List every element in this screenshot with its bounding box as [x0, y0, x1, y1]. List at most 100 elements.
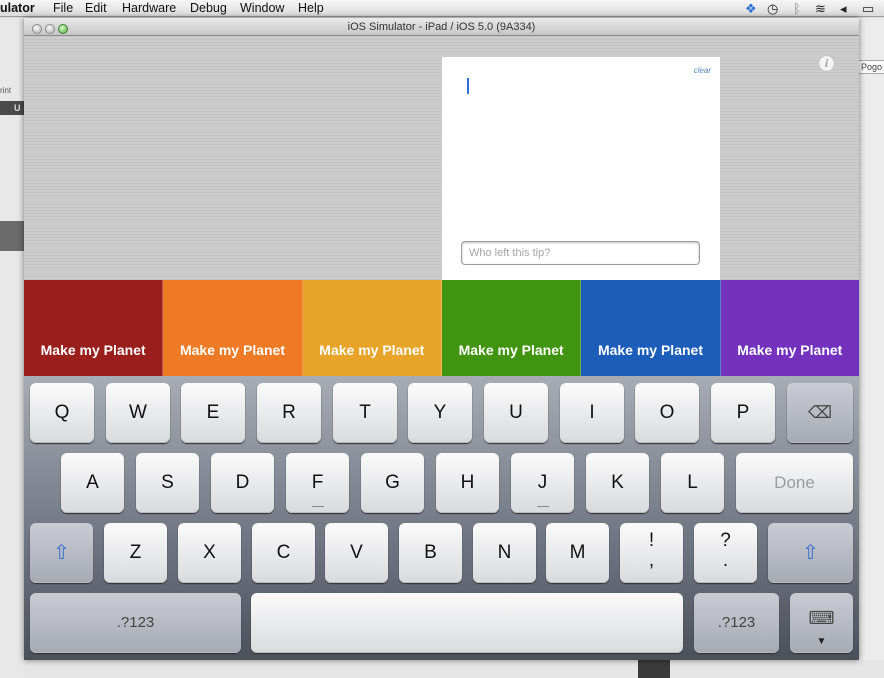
hide-keyboard-key[interactable]: ⌨ ▼: [790, 593, 853, 653]
background-dark-tab: [638, 660, 670, 678]
background-app-right: Pogo: [858, 18, 884, 678]
chevron-down-icon: ▼: [816, 636, 827, 647]
volume-icon[interactable]: ◂: [840, 1, 847, 17]
planet-button-label: Make my Planet: [597, 342, 703, 358]
background-app-left: rint U: [0, 18, 24, 678]
key-punct-stack: !,: [620, 523, 683, 571]
info-icon[interactable]: i: [819, 56, 834, 71]
key-v[interactable]: V: [325, 523, 388, 583]
menu-file[interactable]: File: [53, 1, 73, 15]
done-key[interactable]: Done: [736, 453, 853, 513]
bluetooth-icon[interactable]: ᛒ: [793, 1, 801, 16]
close-window-icon[interactable]: [32, 24, 42, 34]
key-e[interactable]: E: [181, 383, 245, 443]
planet-button-purple[interactable]: Make my Planet: [720, 280, 859, 376]
menu-help[interactable]: Help: [298, 1, 324, 15]
backspace-key[interactable]: ⌫: [787, 383, 853, 443]
onscreen-keyboard: Q W E R T Y U I O P ⌫ A S D F G H J K L …: [24, 376, 859, 660]
key-y[interactable]: Y: [408, 383, 472, 443]
planet-button-label: Make my Planet: [319, 342, 425, 358]
shift-key-right[interactable]: ⇧: [768, 523, 853, 583]
planet-buttons: Make my Planet Make my Planet Make my Pl…: [24, 280, 859, 376]
key-punct-top: ?: [720, 530, 731, 551]
key-c[interactable]: C: [252, 523, 315, 583]
key-x[interactable]: X: [178, 523, 241, 583]
key-r[interactable]: R: [257, 383, 321, 443]
background-right-field: Pogo: [858, 60, 884, 74]
menu-hardware[interactable]: Hardware: [122, 1, 176, 15]
window-title: iOS Simulator - iPad / iOS 5.0 (9A334): [347, 21, 536, 33]
planet-button-red[interactable]: Make my Planet: [24, 280, 164, 376]
battery-icon[interactable]: ▭: [862, 1, 874, 17]
planet-button-green[interactable]: Make my Planet: [441, 280, 582, 376]
key-g[interactable]: G: [361, 453, 424, 513]
minimize-window-icon[interactable]: [45, 24, 55, 34]
key-k[interactable]: K: [586, 453, 649, 513]
window-titlebar[interactable]: iOS Simulator - iPad / iOS 5.0 (9A334): [24, 18, 859, 36]
planet-button-yellow[interactable]: Make my Planet: [302, 280, 442, 376]
space-bar[interactable]: [251, 593, 683, 653]
key-d[interactable]: D: [211, 453, 274, 513]
numbers-key-left[interactable]: .?123: [30, 593, 241, 653]
tip-card[interactable]: clear: [442, 57, 720, 280]
key-t[interactable]: T: [333, 383, 397, 443]
planet-button-orange[interactable]: Make my Planet: [163, 280, 303, 376]
clear-link[interactable]: clear: [694, 66, 711, 75]
tip-author-input[interactable]: [461, 241, 700, 265]
menu-edit[interactable]: Edit: [85, 1, 107, 15]
key-i[interactable]: I: [560, 383, 624, 443]
planet-button-label: Make my Planet: [458, 342, 564, 358]
key-f-label: F: [311, 472, 324, 493]
menu-debug[interactable]: Debug: [190, 1, 227, 15]
key-n[interactable]: N: [473, 523, 536, 583]
key-h[interactable]: H: [436, 453, 499, 513]
key-punct-stack: ?.: [694, 523, 757, 571]
key-j-label: J: [537, 472, 548, 493]
text-caret: [467, 78, 469, 94]
background-bottom: [24, 660, 884, 678]
print-label: rint: [0, 86, 12, 95]
home-row-marker: [311, 506, 324, 507]
simulator-window: iOS Simulator - iPad / iOS 5.0 (9A334) c…: [24, 18, 859, 660]
mac-menubar: ulator File Edit Hardware Debug Window H…: [0, 0, 884, 17]
shift-key-left[interactable]: ⇧: [30, 523, 93, 583]
background-dark-block: [0, 221, 24, 251]
dropbox-icon[interactable]: ❖: [745, 1, 757, 17]
ipad-screen: clear i Make my Planet Make my Planet Ma…: [24, 37, 859, 660]
key-p[interactable]: P: [711, 383, 775, 443]
home-row-marker: [536, 506, 549, 507]
zoom-window-icon[interactable]: [58, 24, 68, 34]
planet-button-label: Make my Planet: [179, 342, 286, 358]
backspace-icon: ⌫: [807, 403, 833, 422]
key-punct-bottom: .: [722, 550, 729, 571]
shift-icon: ⇧: [802, 542, 819, 564]
shift-icon: ⇧: [53, 542, 70, 564]
keyboard-hide-icon: ⌨: [808, 608, 835, 628]
key-s[interactable]: S: [136, 453, 199, 513]
key-z[interactable]: Z: [104, 523, 167, 583]
key-punct-top: !: [648, 530, 655, 551]
key-punct-bottom: ,: [648, 550, 655, 571]
key-question-period[interactable]: ?.: [694, 523, 757, 583]
key-f[interactable]: F: [286, 453, 349, 513]
wifi-icon[interactable]: ≋: [815, 1, 826, 17]
key-b[interactable]: B: [399, 523, 462, 583]
menu-window[interactable]: Window: [240, 1, 284, 15]
planet-button-label: Make my Planet: [40, 342, 146, 358]
key-m[interactable]: M: [546, 523, 609, 583]
key-w[interactable]: W: [106, 383, 170, 443]
key-u[interactable]: U: [484, 383, 548, 443]
key-j[interactable]: J: [511, 453, 574, 513]
key-exclaim-comma[interactable]: !,: [620, 523, 683, 583]
menu-app-name[interactable]: ulator: [0, 1, 35, 15]
background-dark-strip: U: [0, 101, 24, 115]
key-o[interactable]: O: [635, 383, 699, 443]
key-q[interactable]: Q: [30, 383, 94, 443]
key-l[interactable]: L: [661, 453, 724, 513]
planet-button-label: Make my Planet: [737, 342, 843, 358]
time-machine-icon[interactable]: ◷: [767, 1, 778, 17]
planet-button-blue[interactable]: Make my Planet: [581, 280, 721, 376]
numbers-key-right[interactable]: .?123: [694, 593, 779, 653]
tip-area: clear i: [24, 37, 859, 280]
key-a[interactable]: A: [61, 453, 124, 513]
